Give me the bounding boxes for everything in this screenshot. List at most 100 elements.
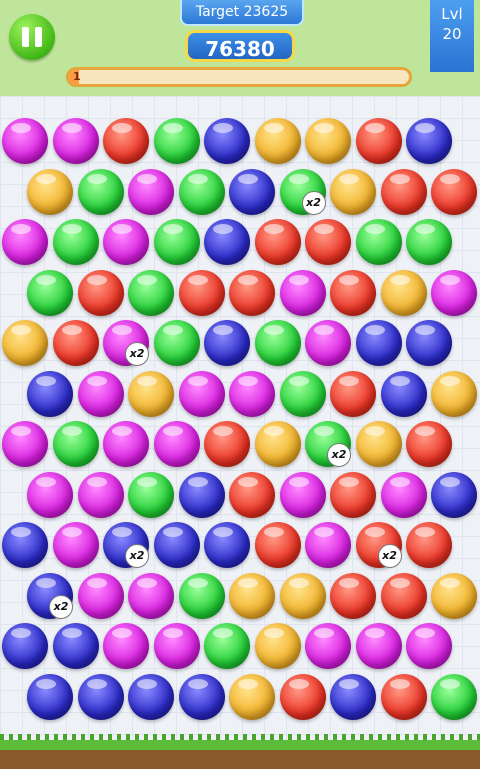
bubble-orange[interactable] [380,269,427,316]
bubble-green[interactable] [431,673,477,720]
bubble-magenta[interactable] [2,421,48,467]
bubble-magenta[interactable] [128,168,174,215]
bubble-green[interactable] [52,219,99,265]
bubble-magenta[interactable] [305,623,351,669]
bubble-red[interactable] [204,421,250,467]
bubble-magenta[interactable] [279,269,326,316]
bubble-magenta[interactable] [52,118,99,164]
bubble-magenta[interactable] [52,522,99,568]
bubble-red[interactable] [178,269,225,316]
bubble-red[interactable] [355,118,402,164]
bubble-magenta[interactable] [229,370,275,417]
bubble-red[interactable] [229,269,275,316]
bubble-orange[interactable] [330,168,376,215]
bubble-blue[interactable] [2,522,48,568]
bubble-blue[interactable] [153,522,200,568]
bubble-blue[interactable] [27,370,73,417]
bubble-blue[interactable] [178,673,225,720]
bubble-red[interactable] [431,168,477,215]
bubble-red[interactable] [330,572,376,619]
bubble-magenta[interactable] [380,471,427,518]
bubble-blue[interactable] [178,471,225,518]
bubble-blue[interactable] [355,320,402,366]
bubble-red[interactable] [380,168,427,215]
bubble-red[interactable] [330,370,376,417]
bubble-magenta[interactable] [279,471,326,518]
bubble-green[interactable] [52,421,99,467]
bubble-orange[interactable] [128,370,174,417]
bubble-orange[interactable] [431,572,477,619]
bubble-magenta[interactable] [305,522,351,568]
bubble-blue[interactable] [406,118,452,164]
bubble-magenta[interactable] [305,320,351,366]
bubble-green[interactable] [178,168,225,215]
bubble-magenta[interactable] [2,118,48,164]
bubble-magenta[interactable] [355,623,402,669]
bubble-magenta[interactable] [77,370,124,417]
bubble-orange[interactable] [27,168,73,215]
bubble-green[interactable] [153,118,200,164]
bubble-magenta[interactable] [431,269,477,316]
bubble-magenta[interactable] [27,471,73,518]
bubble-magenta[interactable] [2,219,48,265]
bubble-green[interactable] [153,320,200,366]
bubble-blue[interactable] [406,320,452,366]
bubble-red[interactable] [330,471,376,518]
bubble-green[interactable] [204,623,250,669]
bubble-red[interactable] [229,471,275,518]
bubble-magenta[interactable] [77,572,124,619]
bubble-blue[interactable] [204,219,250,265]
bubble-red[interactable] [305,219,351,265]
bubble-green[interactable] [128,269,174,316]
bubble-board[interactable]: x2 x2 x2 x2 x2 x2 [0,96,480,740]
bubble-red[interactable] [406,421,452,467]
bubble-orange[interactable] [305,118,351,164]
bubble-orange[interactable] [254,118,301,164]
pause-button[interactable] [9,14,55,60]
bubble-orange[interactable] [279,572,326,619]
bubble-orange[interactable] [2,320,48,366]
bubble-red[interactable] [77,269,124,316]
bubble-green[interactable] [128,471,174,518]
bubble-blue[interactable] [77,673,124,720]
bubble-blue[interactable] [27,673,73,720]
bubble-orange[interactable] [229,572,275,619]
bubble-magenta[interactable] [128,572,174,619]
bubble-magenta[interactable] [406,623,452,669]
bubble-red[interactable] [103,118,149,164]
bubble-magenta[interactable] [77,471,124,518]
bubble-magenta[interactable] [178,370,225,417]
bubble-red[interactable] [254,522,301,568]
bubble-magenta[interactable] [153,421,200,467]
bubble-green[interactable] [279,370,326,417]
bubble-red[interactable] [330,269,376,316]
bubble-blue[interactable] [330,673,376,720]
bubble-red[interactable] [380,673,427,720]
bubble-orange[interactable] [254,623,301,669]
bubble-blue[interactable] [52,623,99,669]
bubble-blue[interactable] [128,673,174,720]
bubble-magenta[interactable] [103,219,149,265]
bubble-green[interactable] [355,219,402,265]
bubble-green[interactable] [77,168,124,215]
bubble-green[interactable] [178,572,225,619]
bubble-blue[interactable] [204,118,250,164]
bubble-orange[interactable] [431,370,477,417]
bubble-green[interactable] [406,219,452,265]
bubble-blue[interactable] [204,320,250,366]
bubble-green[interactable] [153,219,200,265]
bubble-blue[interactable] [204,522,250,568]
bubble-red[interactable] [279,673,326,720]
bubble-blue[interactable] [229,168,275,215]
bubble-magenta[interactable] [103,623,149,669]
bubble-green[interactable] [27,269,73,316]
bubble-blue[interactable] [431,471,477,518]
bubble-orange[interactable] [229,673,275,720]
bubble-red[interactable] [406,522,452,568]
bubble-green[interactable] [254,320,301,366]
bubble-magenta[interactable] [103,421,149,467]
bubble-blue[interactable] [2,623,48,669]
bubble-blue[interactable] [380,370,427,417]
bubble-orange[interactable] [355,421,402,467]
bubble-red[interactable] [254,219,301,265]
